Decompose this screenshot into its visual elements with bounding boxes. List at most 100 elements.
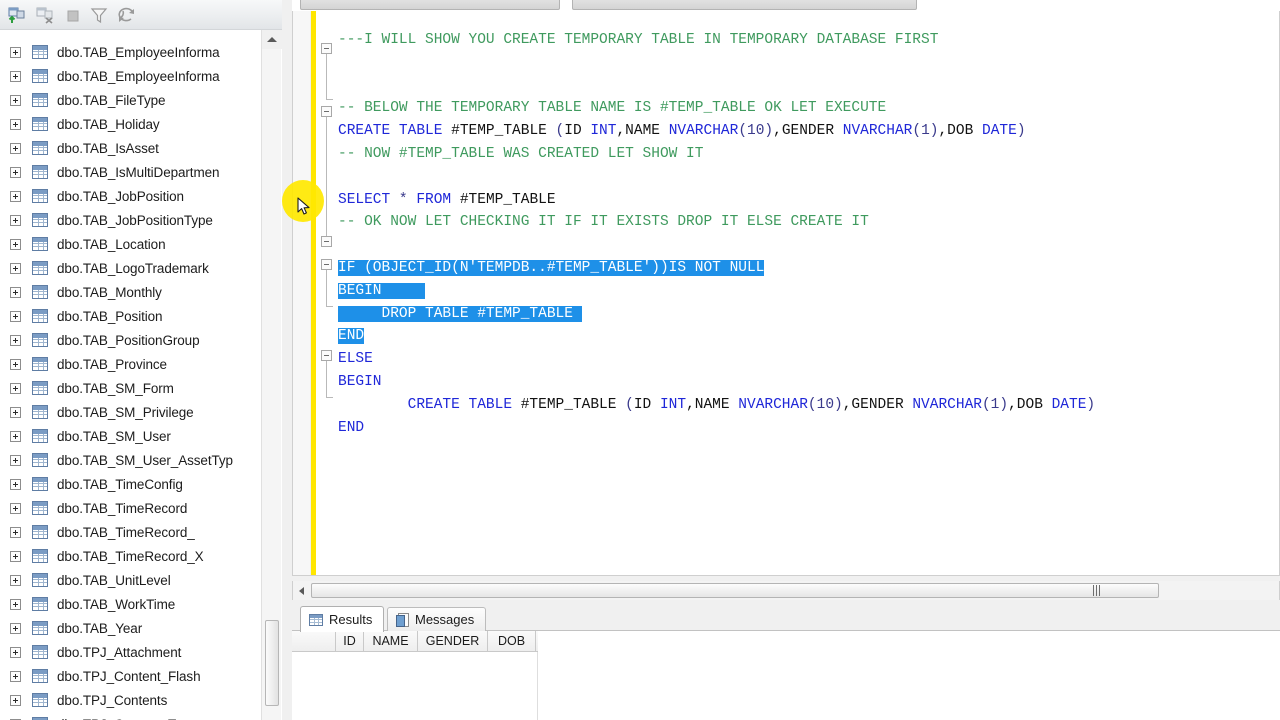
expand-plus-icon[interactable]	[10, 262, 21, 274]
expand-plus-icon[interactable]	[10, 622, 21, 634]
tree-item-table[interactable]: dbo.TPJ_Content_T	[0, 712, 262, 720]
tab-results[interactable]: Results	[300, 606, 385, 632]
tree-item-table[interactable]: dbo.TAB_Year	[0, 616, 262, 640]
tree-item-table[interactable]: dbo.TAB_EmployeeInforma	[0, 64, 262, 88]
code-line[interactable]: DROP TABLE #TEMP_TABLE	[338, 303, 1279, 326]
expand-plus-icon[interactable]	[10, 550, 21, 562]
expand-plus-icon[interactable]	[10, 334, 21, 346]
code-line[interactable]: BEGIN	[338, 371, 1279, 394]
code-text[interactable]: ---I WILL SHOW YOU CREATE TEMPORARY TABL…	[338, 11, 1279, 575]
tree-item-table[interactable]: dbo.TAB_UnitLevel	[0, 568, 262, 592]
expand-plus-icon[interactable]	[10, 118, 21, 130]
outline-collapse-box[interactable]	[321, 106, 332, 117]
column-header[interactable]: DOB	[488, 631, 536, 651]
code-line[interactable]: CREATE TABLE #TEMP_TABLE (ID INT,NAME NV…	[338, 394, 1279, 417]
tree-item-table[interactable]: dbo.TAB_PositionGroup	[0, 328, 262, 352]
stop-icon[interactable]	[62, 5, 84, 26]
expand-plus-icon[interactable]	[10, 694, 21, 706]
code-line[interactable]: -- OK NOW LET CHECKING IT IF IT EXISTS D…	[338, 211, 1279, 234]
scroll-thumb[interactable]	[265, 620, 279, 706]
tree-item-table[interactable]: dbo.TAB_EmployeeInforma	[0, 40, 262, 64]
column-header[interactable]: NAME	[364, 631, 418, 651]
expand-plus-icon[interactable]	[10, 502, 21, 514]
tree-item-table[interactable]: dbo.TAB_SM_Privilege	[0, 400, 262, 424]
results-grid[interactable]: ID NAME GENDER DOB	[292, 631, 1280, 720]
code-line[interactable]	[338, 75, 1279, 98]
scroll-up-arrow-icon[interactable]	[262, 30, 282, 49]
code-line[interactable]: SELECT * FROM #TEMP_TABLE	[338, 189, 1279, 212]
tree-item-table[interactable]: dbo.TAB_JobPositionType	[0, 208, 262, 232]
filter-icon[interactable]	[88, 5, 110, 26]
tree-item-table[interactable]: dbo.TAB_SM_Form	[0, 376, 262, 400]
code-line[interactable]	[338, 52, 1279, 75]
outline-collapse-box[interactable]	[321, 236, 332, 247]
tree-item-table[interactable]: dbo.TAB_LogoTrademark	[0, 256, 262, 280]
tree-item-table[interactable]: dbo.TAB_WorkTime	[0, 592, 262, 616]
tree-item-table[interactable]: dbo.TAB_Location	[0, 232, 262, 256]
expand-plus-icon[interactable]	[10, 646, 21, 658]
tree-item-table[interactable]: dbo.TAB_IsAsset	[0, 136, 262, 160]
tree-item-table[interactable]: dbo.TAB_Province	[0, 352, 262, 376]
expand-plus-icon[interactable]	[10, 406, 21, 418]
sql-editor[interactable]: ---I WILL SHOW YOU CREATE TEMPORARY TABL…	[292, 11, 1280, 576]
expand-plus-icon[interactable]	[10, 166, 21, 178]
expand-plus-icon[interactable]	[10, 286, 21, 298]
tree-item-table[interactable]: dbo.TPJ_Content_Flash	[0, 664, 262, 688]
outline-collapse-box[interactable]	[321, 43, 332, 54]
column-header[interactable]: ID	[336, 631, 364, 651]
tab-messages[interactable]: Messages	[387, 607, 487, 631]
editor-horizontal-scrollbar[interactable]	[292, 581, 1280, 600]
tree-item-table[interactable]: dbo.TAB_TimeRecord	[0, 496, 262, 520]
expand-plus-icon[interactable]	[10, 214, 21, 226]
expand-plus-icon[interactable]	[10, 238, 21, 250]
disconnect-icon[interactable]	[34, 5, 56, 26]
row-selector-header[interactable]	[292, 631, 336, 651]
tree-item-table[interactable]: dbo.TAB_Position	[0, 304, 262, 328]
expand-plus-icon[interactable]	[10, 358, 21, 370]
code-line[interactable]: BEGIN	[338, 280, 1279, 303]
results-grid-body[interactable]	[292, 652, 538, 720]
expand-plus-icon[interactable]	[10, 430, 21, 442]
panel-splitter[interactable]	[282, 0, 292, 720]
outline-collapse-box[interactable]	[321, 350, 332, 361]
connect-icon[interactable]	[6, 5, 28, 26]
tree-item-table[interactable]: dbo.TAB_IsMultiDepartmen	[0, 160, 262, 184]
expand-plus-icon[interactable]	[10, 310, 21, 322]
scroll-left-arrow-icon[interactable]	[293, 581, 310, 600]
tree-item-table[interactable]: dbo.TPJ_Contents	[0, 688, 262, 712]
tree-item-table[interactable]: dbo.TAB_FileType	[0, 88, 262, 112]
expand-plus-icon[interactable]	[10, 574, 21, 586]
code-line[interactable]: ---I WILL SHOW YOU CREATE TEMPORARY TABL…	[338, 29, 1279, 52]
expand-plus-icon[interactable]	[10, 670, 21, 682]
expand-plus-icon[interactable]	[10, 142, 21, 154]
code-line[interactable]: CREATE TABLE #TEMP_TABLE (ID INT,NAME NV…	[338, 120, 1279, 143]
code-line[interactable]: -- BELOW THE TEMPORARY TABLE NAME IS #TE…	[338, 97, 1279, 120]
tree-item-table[interactable]: dbo.TAB_TimeConfig	[0, 472, 262, 496]
tree-item-table[interactable]: dbo.TAB_SM_User_AssetTyp	[0, 448, 262, 472]
code-line[interactable]: END	[338, 417, 1279, 440]
outline-collapse-box[interactable]	[321, 259, 332, 270]
refresh-icon[interactable]	[116, 5, 138, 26]
code-line[interactable]: ELSE	[338, 348, 1279, 371]
tree-item-table[interactable]: dbo.TAB_TimeRecord_X	[0, 544, 262, 568]
code-line[interactable]: -- NOW #TEMP_TABLE WAS CREATED LET SHOW …	[338, 143, 1279, 166]
expand-plus-icon[interactable]	[10, 190, 21, 202]
code-line[interactable]	[338, 166, 1279, 189]
code-line[interactable]: IF (OBJECT_ID(N'TEMPDB..#TEMP_TABLE'))IS…	[338, 257, 1279, 280]
column-header[interactable]: GENDER	[418, 631, 488, 651]
expand-plus-icon[interactable]	[10, 46, 21, 58]
expand-plus-icon[interactable]	[10, 70, 21, 82]
tree-item-table[interactable]: dbo.TAB_SM_User	[0, 424, 262, 448]
expand-plus-icon[interactable]	[10, 526, 21, 538]
expand-plus-icon[interactable]	[10, 94, 21, 106]
tree-item-table[interactable]: dbo.TAB_Holiday	[0, 112, 262, 136]
code-line[interactable]	[338, 234, 1279, 257]
expand-plus-icon[interactable]	[10, 454, 21, 466]
scroll-thumb[interactable]	[311, 583, 1159, 598]
editor-outlining-margin[interactable]	[316, 11, 338, 575]
explorer-vertical-scrollbar[interactable]	[261, 30, 282, 720]
tree-item-table[interactable]: dbo.TAB_Monthly	[0, 280, 262, 304]
expand-plus-icon[interactable]	[10, 382, 21, 394]
expand-plus-icon[interactable]	[10, 478, 21, 490]
code-line[interactable]: END	[338, 325, 1279, 348]
